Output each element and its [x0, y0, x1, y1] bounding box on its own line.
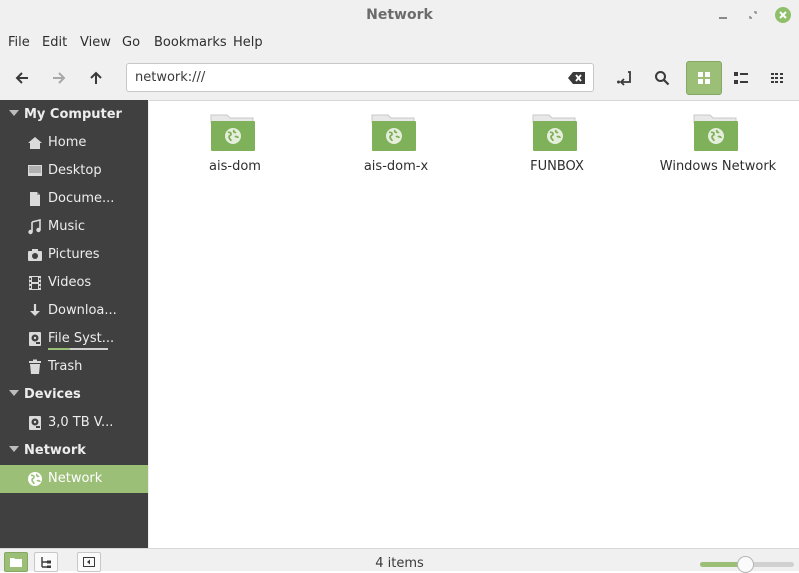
- file-item[interactable]: Windows Network: [653, 113, 783, 183]
- sidebar-item-label: Docume...: [48, 191, 115, 206]
- sidebar-item-trash[interactable]: Trash: [0, 353, 148, 381]
- disk-usage-bar: [48, 348, 108, 350]
- sidebar-section-my-computer[interactable]: My Computer: [0, 101, 148, 129]
- drive-icon: [29, 332, 41, 346]
- sidebar-item-label: 3,0 TB V...: [48, 415, 114, 430]
- network-folder-icon: [371, 114, 416, 151]
- icon-view-button[interactable]: [686, 61, 722, 95]
- location-bar[interactable]: network:///: [126, 63, 594, 92]
- collapse-arrow-icon[interactable]: [9, 390, 19, 396]
- music-icon: [28, 219, 41, 235]
- sidebar-item-label: Network: [48, 471, 103, 486]
- trash-icon: [29, 359, 41, 374]
- file-name: ais-dom: [209, 159, 261, 174]
- section-label: Devices: [24, 387, 81, 402]
- sidebar-item-pictures[interactable]: Pictures: [0, 241, 148, 269]
- sidebar-section-network[interactable]: Network: [0, 437, 148, 465]
- menu-go[interactable]: Go: [122, 35, 140, 50]
- menu-bar: File Edit View Go Bookmarks Help: [0, 30, 799, 56]
- sidebar-item-music[interactable]: Music: [0, 213, 148, 241]
- sidebar-item-desktop[interactable]: Desktop: [0, 157, 148, 185]
- sidebar-item-file-system[interactable]: File Syst...: [0, 325, 148, 353]
- search-button[interactable]: [645, 62, 679, 94]
- file-item[interactable]: ais-dom-x: [331, 113, 461, 183]
- arrow-up-icon: [90, 71, 102, 84]
- file-name: FUNBOX: [530, 159, 584, 174]
- menu-bookmarks[interactable]: Bookmarks: [154, 35, 227, 50]
- title-bar[interactable]: Network: [0, 0, 799, 30]
- file-item[interactable]: ais-dom: [170, 113, 300, 183]
- document-icon: [30, 192, 40, 206]
- network-folder-icon: [532, 114, 577, 151]
- sidebar-item-label: Trash: [48, 359, 83, 374]
- sidebar-item-network[interactable]: Network: [0, 465, 148, 493]
- sidebar-item-label: Home: [48, 135, 87, 150]
- sidebar-item-home[interactable]: Home: [0, 129, 148, 157]
- minimize-button[interactable]: [715, 7, 731, 23]
- maximize-button[interactable]: [745, 7, 761, 23]
- file-view[interactable]: ais-dom ais-dom-x FUNBOX Windows Network: [149, 100, 799, 548]
- desktop-icon: [28, 165, 42, 176]
- home-icon: [28, 137, 42, 149]
- toolbar: network:///: [0, 56, 799, 100]
- sidebar-item-label: Desktop: [48, 163, 102, 178]
- section-label: My Computer: [24, 107, 122, 122]
- file-item[interactable]: FUNBOX: [492, 113, 622, 183]
- restore-icon: [749, 11, 757, 19]
- item-count: 4 items: [375, 556, 424, 571]
- drive-icon: [29, 416, 41, 430]
- status-bar: 4 items: [0, 548, 799, 573]
- collapse-arrow-icon[interactable]: [9, 110, 19, 116]
- close-icon: [779, 11, 787, 19]
- zoom-knob[interactable]: [737, 556, 755, 573]
- compact-list-icon: [771, 73, 783, 83]
- minimize-icon: [719, 17, 727, 19]
- menu-file[interactable]: File: [8, 35, 30, 50]
- backspace-icon: [568, 72, 585, 84]
- close-button[interactable]: [775, 7, 791, 23]
- network-folder-icon: [210, 114, 255, 151]
- up-button[interactable]: [79, 62, 113, 94]
- clear-location-button[interactable]: [568, 70, 586, 86]
- menu-edit[interactable]: Edit: [42, 35, 67, 50]
- toggle-location-button[interactable]: [608, 62, 642, 94]
- sidebar-item-downloads[interactable]: Downloa...: [0, 297, 148, 325]
- menu-help[interactable]: Help: [233, 35, 263, 50]
- section-label: Network: [24, 443, 86, 458]
- sidebar-item-documents[interactable]: Docume...: [0, 185, 148, 213]
- grid-icon: [698, 72, 710, 84]
- disk-usage-fill: [48, 348, 70, 350]
- location-toggle-icon: [617, 71, 631, 86]
- sidebar-item-label: File Syst...: [48, 331, 115, 346]
- sidebar-item-videos[interactable]: Videos: [0, 269, 148, 297]
- window-title: Network: [366, 7, 433, 23]
- menu-view[interactable]: View: [80, 35, 111, 50]
- file-name: Windows Network: [659, 159, 777, 174]
- search-icon: [655, 71, 670, 86]
- list-icon: [734, 72, 748, 84]
- collapse-arrow-icon[interactable]: [9, 446, 19, 452]
- sidebar-item-label: Videos: [48, 275, 92, 290]
- arrow-right-icon: [53, 72, 66, 84]
- film-icon: [29, 276, 41, 290]
- zoom-slider[interactable]: [700, 556, 794, 573]
- compact-view-button[interactable]: [761, 62, 795, 94]
- sidebar-section-devices[interactable]: Devices: [0, 381, 148, 409]
- arrow-left-icon: [15, 72, 28, 84]
- sidebar-item-volume[interactable]: 3,0 TB V...: [0, 409, 148, 437]
- back-button[interactable]: [5, 62, 39, 94]
- sidebar-item-label: Downloa...: [48, 303, 117, 318]
- file-manager-window: Network File Edit View Go Bookmarks Help…: [0, 0, 799, 573]
- globe-icon: [28, 472, 42, 486]
- camera-icon: [28, 249, 42, 261]
- forward-button[interactable]: [42, 62, 76, 94]
- sidebar-item-label: Pictures: [48, 247, 100, 262]
- sidebar: My Computer Home Desktop Docume... Music…: [0, 100, 148, 548]
- sidebar-item-label: Music: [48, 219, 85, 234]
- file-name: ais-dom-x: [363, 159, 429, 174]
- download-icon: [30, 304, 40, 316]
- list-view-button[interactable]: [724, 62, 758, 94]
- location-text: network:///: [135, 70, 206, 85]
- network-folder-icon: [693, 114, 738, 151]
